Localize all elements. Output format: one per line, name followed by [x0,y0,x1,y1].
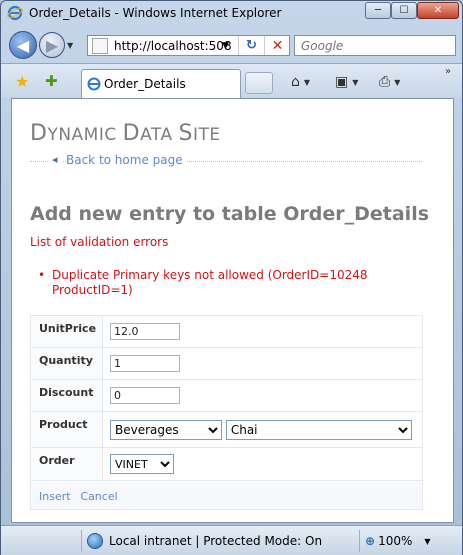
product-cell: Beverages Chai [102,411,423,448]
search-box[interactable] [294,35,456,56]
print-button[interactable]: ⎙ ▼ [379,72,400,92]
back-arrow-icon: ◂ [48,153,62,166]
home-icon: ⌂ [291,74,300,90]
add-favorites-icon[interactable]: ✚ [45,72,58,90]
back-button[interactable]: ◀ [9,31,37,59]
maximize-button[interactable]: ☐ [391,2,417,19]
entry-form-table: UnitPrice Quantity Discount Product [30,315,423,510]
printer-icon: ⎙ [379,74,391,90]
discount-input[interactable] [110,387,180,404]
discount-label: Discount [30,379,103,412]
form-row-product: Product Beverages Chai [30,411,423,448]
quantity-input[interactable] [110,355,180,372]
home-button[interactable]: ⌂ ▼ [291,72,310,92]
zoom-level: 100% [378,534,413,548]
zone-text: Local intranet | Protected Mode: On [109,534,323,548]
form-row-discount: Discount [30,379,423,412]
bullet-icon: • [38,268,46,282]
order-label: Order [30,447,103,481]
zoom-control[interactable]: ⊕ 100% ▼ [365,531,431,551]
security-zone[interactable]: Local intranet | Protected Mode: On [87,531,322,551]
tab-order-details[interactable]: Order_Details [81,69,241,98]
page-content: DYNAMIC DATA SITE ◂ Back to home page Ad… [11,98,454,523]
more-tools-chevron-icon[interactable]: » [445,66,451,77]
validation-error-item: • Duplicate Primary keys not allowed (Or… [38,268,372,298]
product-label: Product [30,411,103,448]
chevron-down-icon: ▼ [394,77,401,87]
status-bar: Local intranet | Protected Mode: On ⊕ 10… [1,525,462,555]
order-cell: VINET [102,447,423,481]
refresh-icon[interactable]: ↻ [238,36,264,55]
browser-window: Order_Details - Windows Internet Explore… [0,0,463,555]
rss-feed-icon: ▣ [335,74,349,90]
site-title: DYNAMIC DATA SITE [30,121,221,146]
back-navigation: ◂ Back to home page [30,153,422,169]
form-row-quantity: Quantity [30,347,423,380]
close-button[interactable]: ✕ [417,2,459,19]
back-to-home-link[interactable]: Back to home page [66,153,187,167]
status-separator [81,530,82,552]
form-actions-row: Insert Cancel [30,480,423,510]
address-dropdown-icon[interactable]: ▼ [222,41,229,51]
forward-button[interactable]: ▶ [39,32,65,58]
minimize-button[interactable]: ─ [365,2,391,19]
chevron-down-icon: ▼ [352,77,359,87]
ie-page-icon [87,77,101,91]
title-bar: Order_Details - Windows Internet Explore… [1,1,462,27]
new-tab-button[interactable] [245,72,273,94]
unitprice-input[interactable] [110,323,180,340]
ie-logo-icon [7,5,23,21]
favorites-star-icon[interactable]: ★ [15,72,29,91]
validation-summary-header: List of validation errors [30,235,169,249]
form-actions: Insert Cancel [30,480,423,510]
chevron-down-icon: ▼ [424,536,431,546]
tab-label: Order_Details [104,77,186,91]
navigation-bar: ◀ ▶ ▼ http://localhost:508 ▼ ↻ ✕ [1,27,462,63]
discount-cell [102,379,423,412]
form-row-unitprice: UnitPrice [30,315,423,348]
cancel-link[interactable]: Cancel [80,490,117,503]
window-title: Order_Details - Windows Internet Explore… [29,6,282,20]
recent-pages-dropdown-icon[interactable]: ▼ [67,41,73,50]
search-input[interactable] [295,36,455,55]
globe-icon [87,533,103,549]
validation-error-text: Duplicate Primary keys not allowed (Orde… [52,268,368,297]
product-select[interactable]: Chai [225,419,412,440]
unitprice-label: UnitPrice [30,315,103,348]
page-icon [92,37,108,54]
form-row-order: Order VINET [30,447,423,481]
unitprice-cell [102,315,423,348]
zoom-icon: ⊕ [365,534,376,548]
insert-link[interactable]: Insert [39,490,71,503]
stop-icon[interactable]: ✕ [264,36,290,55]
chevron-down-icon: ▼ [303,77,311,87]
tab-bar: ★ ✚ Order_Details ⌂ ▼ ▣ ▼ ⎙ ▼ » [1,63,462,98]
status-separator [359,530,360,552]
order-select[interactable]: VINET [110,454,174,474]
product-category-select[interactable]: Beverages [110,419,222,440]
feeds-button[interactable]: ▣ ▼ [335,72,358,92]
address-bar[interactable]: http://localhost:508 ▼ ↻ ✕ [87,35,290,56]
page-heading: Add new entry to table Order_Details [30,203,430,225]
quantity-label: Quantity [30,347,103,380]
quantity-cell [102,347,423,380]
